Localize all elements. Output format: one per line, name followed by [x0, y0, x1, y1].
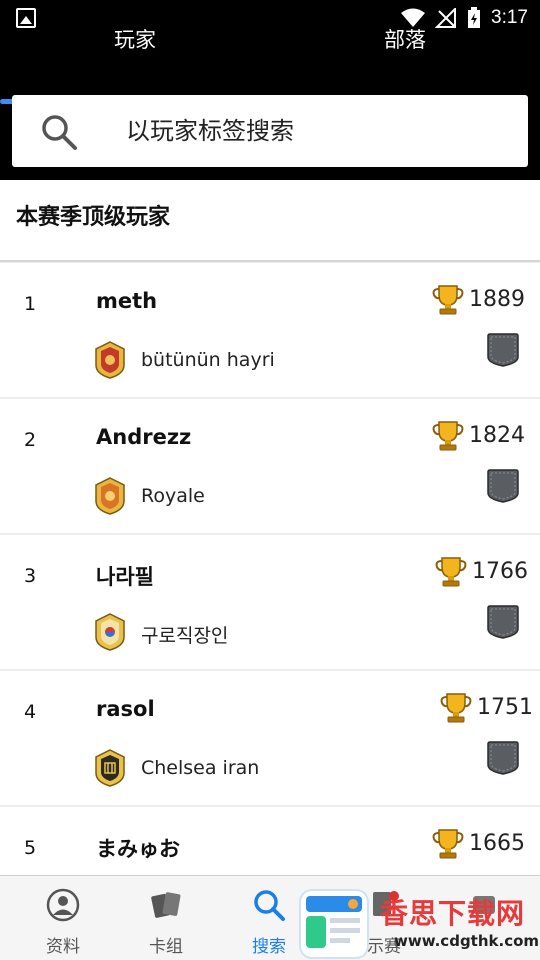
player-name: rasol — [96, 697, 155, 721]
tab-bar: 玩家 部落 — [0, 22, 540, 104]
search-bar[interactable]: 以玩家标签搜索 — [12, 95, 528, 167]
player-rank: 5 — [24, 837, 37, 859]
tab-players[interactable]: 玩家 — [0, 22, 270, 82]
card-pocket-icon — [487, 741, 519, 775]
player-rank: 3 — [24, 565, 37, 587]
search-icon — [254, 890, 285, 921]
clan-name: 구로직장인 — [141, 625, 229, 647]
player-name: 나라필 — [96, 565, 154, 589]
clan-name: bütünün hayri — [141, 349, 275, 371]
card-pocket-icon — [487, 605, 519, 639]
nav-label: 资料 — [46, 937, 80, 957]
clan-name: Royale — [141, 485, 205, 507]
trophy-icon — [432, 285, 464, 315]
player-name: meth — [96, 289, 158, 313]
nav-decks[interactable]: 卡组 — [112, 876, 220, 960]
tab-clans[interactable]: 部落 — [270, 22, 540, 82]
player-row[interactable]: 3 나라필 1766 구로직장인 — [0, 535, 540, 669]
player-score: 1824 — [469, 423, 525, 448]
clan-badge-icon — [95, 749, 125, 787]
card-pocket-icon — [487, 469, 519, 503]
section-header: 本赛季顶级玩家 — [0, 180, 540, 262]
section-title: 本赛季顶级玩家 — [16, 205, 171, 230]
search-icon — [42, 115, 77, 150]
player-name: Andrezz — [96, 425, 192, 449]
player-rank: 2 — [24, 429, 37, 451]
clan-badge-icon — [95, 341, 125, 379]
watermark-title: 香思下载网 — [380, 897, 526, 930]
watermark: 香思下载网 www.cdgthk.com — [298, 888, 540, 960]
player-name: まみゅお — [96, 837, 180, 861]
nav-label: 卡组 — [149, 937, 183, 957]
search-placeholder: 以玩家标签搜索 — [126, 117, 294, 145]
player-score: 1751 — [477, 695, 533, 720]
trophy-icon — [435, 557, 467, 587]
player-row[interactable]: 1 meth 1889 bütünün hayri — [0, 263, 540, 397]
player-score: 1766 — [472, 559, 528, 584]
header: 3:17 玩家 部落 以玩家标签搜索 — [0, 0, 540, 180]
trophy-icon — [432, 829, 464, 859]
player-score: 1665 — [469, 831, 525, 856]
clan-name: Chelsea iran — [141, 757, 260, 779]
player-rank: 1 — [24, 293, 37, 315]
player-row[interactable]: 4 rasol 1751 Chelsea iran — [0, 671, 540, 805]
player-list: 1 meth 1889 bütünün hayri 2 Andrezz 1824… — [0, 263, 540, 943]
profile-icon — [46, 888, 80, 922]
player-row[interactable]: 2 Andrezz 1824 Royale — [0, 399, 540, 533]
cards-icon — [151, 892, 181, 918]
card-pocket-icon — [487, 333, 519, 367]
watermark-url: www.cdgthk.com — [394, 932, 540, 950]
trophy-icon — [440, 693, 472, 723]
player-rank: 4 — [24, 701, 37, 723]
clan-badge-icon — [95, 613, 125, 651]
player-score: 1889 — [469, 287, 525, 312]
watermark-logo-icon — [299, 889, 369, 959]
trophy-icon — [432, 421, 464, 451]
nav-profile[interactable]: 资料 — [9, 876, 117, 960]
clan-badge-icon — [95, 477, 125, 515]
